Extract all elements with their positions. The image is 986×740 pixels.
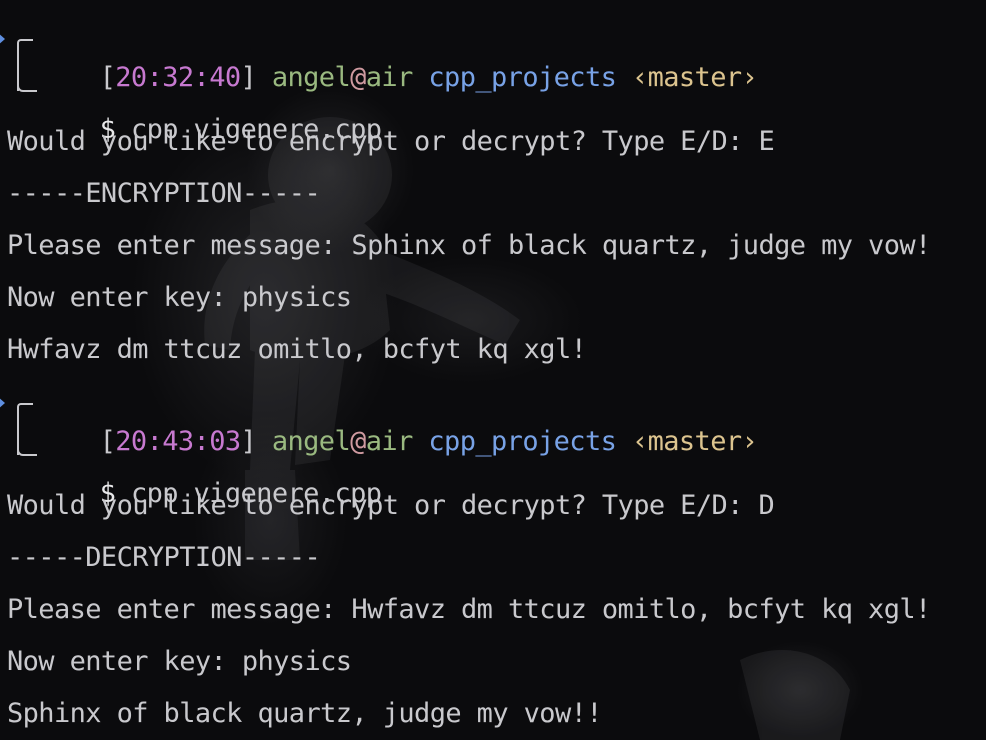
output-line: Would you like to encrypt or decrypt? Ty… <box>7 126 775 157</box>
prompt-frame-bottom <box>17 424 37 456</box>
prompt-marker-icon <box>0 32 5 46</box>
command-line-2[interactable]: $ cpp vigenere.cpp <box>37 434 382 509</box>
command-line-1[interactable]: $ cpp vigenere.cpp <box>37 70 382 145</box>
output-line: Please enter message: Sphinx of black qu… <box>7 230 931 261</box>
prompt-marker-icon <box>0 396 5 410</box>
output-line: -----DECRYPTION----- <box>7 542 321 573</box>
output-line: Now enter key: physics <box>7 282 352 313</box>
output-line: -----ENCRYPTION----- <box>7 178 321 209</box>
prompt-directory: cpp_projects <box>428 426 617 457</box>
prompt-header-1: [20:32:40] angel@air cpp_projects ‹maste… <box>37 18 758 93</box>
prompt-frame-bottom <box>17 60 37 92</box>
output-line: Sphinx of black quartz, judge my vow!! <box>7 698 603 729</box>
terminal-window[interactable]: [20:32:40] angel@air cpp_projects ‹maste… <box>0 0 986 740</box>
output-line: Please enter message: Hwfavz dm ttcuz om… <box>7 594 931 625</box>
output-line: Hwfavz dm ttcuz omitlo, bcfyt kq xgl! <box>7 334 587 365</box>
prompt-header-2: [20:43:03] angel@air cpp_projects ‹maste… <box>37 382 758 457</box>
prompt-branch: ‹master› <box>631 426 758 457</box>
prompt-branch: ‹master› <box>631 62 758 93</box>
output-line: Now enter key: physics <box>7 646 352 677</box>
prompt-directory: cpp_projects <box>428 62 617 93</box>
output-line: Would you like to encrypt or decrypt? Ty… <box>7 490 775 521</box>
